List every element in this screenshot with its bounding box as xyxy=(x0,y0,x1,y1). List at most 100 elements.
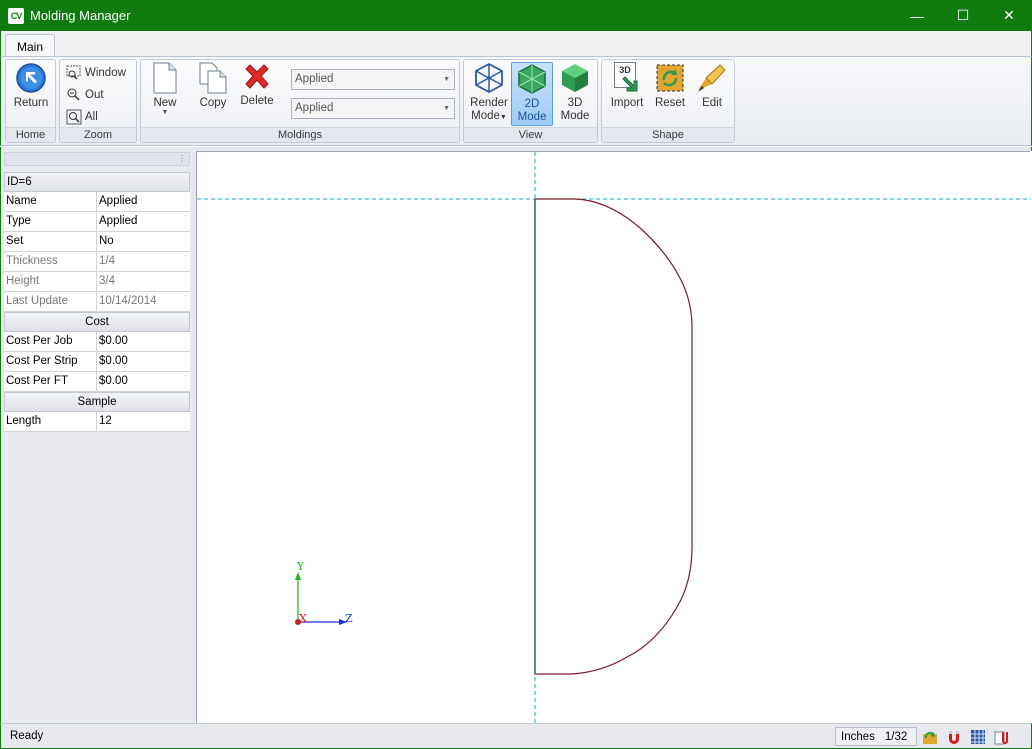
property-row[interactable]: Length 12 xyxy=(4,412,190,432)
property-section-id[interactable]: ID=6 xyxy=(4,172,190,192)
edit-button[interactable]: Edit xyxy=(692,62,732,110)
view-group: Render Mode▼ 2D Mode 3D Mode View xyxy=(463,59,598,143)
status-text: Ready xyxy=(10,730,44,742)
3d-mode-label: 3D Mode xyxy=(561,97,590,123)
precision-label: 1/32 xyxy=(884,730,908,743)
close-button[interactable]: ✕ xyxy=(986,0,1032,31)
render-mode-button[interactable]: Render Mode▼ xyxy=(467,62,511,124)
delete-button[interactable]: Delete xyxy=(237,62,277,108)
property-row: Height 3/4 xyxy=(4,272,190,292)
2d-mode-cube-icon xyxy=(518,64,546,94)
zoom-group-label: Zoom xyxy=(60,127,136,142)
property-value[interactable]: 12 xyxy=(97,412,190,431)
properties-panel-header: ⋮ xyxy=(4,152,190,166)
copy-button[interactable]: Copy xyxy=(193,62,233,110)
zoom-window-icon xyxy=(66,65,81,80)
2d-mode-line2: Mode xyxy=(517,111,547,123)
units-indicator[interactable]: Inches 1/32 xyxy=(835,727,917,746)
panel-grip-icon[interactable]: ⋮ xyxy=(178,154,186,163)
grid-snap-icon xyxy=(970,729,985,744)
3d-mode-line1: 3D xyxy=(567,97,583,109)
app-icon: CV xyxy=(8,7,24,24)
reset-button[interactable]: Reset xyxy=(650,62,690,110)
property-row[interactable]: Cost Per Strip $0.00 xyxy=(4,352,190,372)
property-row[interactable]: Cost Per Job $0.00 xyxy=(4,332,190,352)
profile-viewport[interactable]: Y X Z xyxy=(197,152,1031,724)
property-row[interactable]: Type Applied xyxy=(4,212,190,232)
tab-main[interactable]: Main xyxy=(5,34,55,58)
render-mode-line2: Mode xyxy=(471,110,500,122)
status-grid-button[interactable] xyxy=(967,727,988,746)
property-row[interactable]: Set No xyxy=(4,232,190,252)
shape-group: 3D Import Reset Edit Shape xyxy=(601,59,735,143)
new-button[interactable]: New ▼ xyxy=(147,62,183,116)
import-label: Import xyxy=(610,97,644,109)
property-value[interactable]: $0.00 xyxy=(97,332,190,351)
zoom-all-label: All xyxy=(85,111,98,123)
property-key: Thickness xyxy=(4,252,97,271)
molding-type-combo[interactable]: Applied ▼ xyxy=(291,69,455,90)
2d-mode-button[interactable]: 2D Mode xyxy=(511,62,553,126)
x-axis-label: X xyxy=(299,612,307,625)
ribbon: Return Home Window Out All Zoom New ▼ Co… xyxy=(0,56,1032,146)
molding-select-value: Applied xyxy=(295,102,334,114)
molding-type-value: Applied xyxy=(295,73,334,85)
drawing-canvas[interactable]: Y X Z xyxy=(196,151,1031,724)
render-mode-label: Render Mode▼ xyxy=(470,97,508,124)
property-value[interactable]: Applied xyxy=(97,212,190,231)
home-group: Return Home xyxy=(5,59,56,143)
reset-label: Reset xyxy=(654,97,686,109)
magnet-snap-icon xyxy=(948,730,959,744)
zoom-window-button[interactable]: Window xyxy=(66,65,126,81)
property-value[interactable]: $0.00 xyxy=(97,352,190,371)
status-ortho-button[interactable] xyxy=(991,727,1012,746)
refresh-icon xyxy=(922,731,937,744)
combo-arrow-icon: ▼ xyxy=(443,105,450,112)
title-bar: CV Molding Manager — ☐ ✕ xyxy=(0,0,1032,31)
status-bar: Ready Inches 1/32 xyxy=(0,723,1032,749)
new-document-icon xyxy=(153,62,177,94)
import-button[interactable]: 3D Import xyxy=(606,62,648,110)
zoom-group: Window Out All Zoom xyxy=(59,59,137,143)
property-section-cost[interactable]: Cost xyxy=(4,312,190,332)
import-arrow-icon xyxy=(622,76,638,92)
property-key: Cost Per FT xyxy=(4,372,97,391)
zoom-out-button[interactable]: Out xyxy=(66,87,104,103)
delete-label: Delete xyxy=(240,95,274,107)
edit-label: Edit xyxy=(702,97,722,109)
molding-profile-shape[interactable] xyxy=(534,198,693,675)
window-title: Molding Manager xyxy=(30,8,131,23)
property-value[interactable]: Applied xyxy=(97,192,190,211)
3d-mode-button[interactable]: 3D Mode xyxy=(555,62,595,123)
return-button[interactable]: Return xyxy=(9,62,53,110)
reset-icon xyxy=(656,64,684,92)
property-key: Height xyxy=(4,272,97,291)
property-value[interactable]: No xyxy=(97,232,190,251)
maximize-button[interactable]: ☐ xyxy=(940,0,986,31)
render-mode-line1: Render xyxy=(470,97,508,109)
render-mode-dropdown-icon: ▼ xyxy=(499,114,507,121)
property-key: Name xyxy=(4,192,97,211)
zoom-window-label: Window xyxy=(85,67,126,79)
moldings-group-label: Moldings xyxy=(141,127,459,142)
minimize-button[interactable]: — xyxy=(894,0,940,31)
copy-document-icon xyxy=(199,62,227,94)
z-axis-label: Z xyxy=(345,612,353,625)
view-group-label: View xyxy=(464,127,597,142)
y-axis-arrow xyxy=(295,572,301,580)
zoom-all-icon xyxy=(66,109,82,125)
status-refresh-button[interactable] xyxy=(919,727,940,746)
property-row[interactable]: Name Applied xyxy=(4,192,190,212)
zoom-all-button[interactable]: All xyxy=(66,109,98,125)
3d-mode-line2: Mode xyxy=(560,110,590,122)
property-section-sample[interactable]: Sample xyxy=(4,392,190,412)
status-icons xyxy=(919,727,1015,746)
property-row[interactable]: Cost Per FT $0.00 xyxy=(4,372,190,392)
import-3d-icon: 3D xyxy=(612,62,642,94)
molding-select-combo[interactable]: Applied ▼ xyxy=(291,98,455,119)
zoom-out-label: Out xyxy=(85,89,104,101)
2d-mode-line1: 2D xyxy=(524,98,540,110)
property-value[interactable]: $0.00 xyxy=(97,372,190,391)
status-snap-button[interactable] xyxy=(943,727,964,746)
property-key: Length xyxy=(4,412,97,431)
